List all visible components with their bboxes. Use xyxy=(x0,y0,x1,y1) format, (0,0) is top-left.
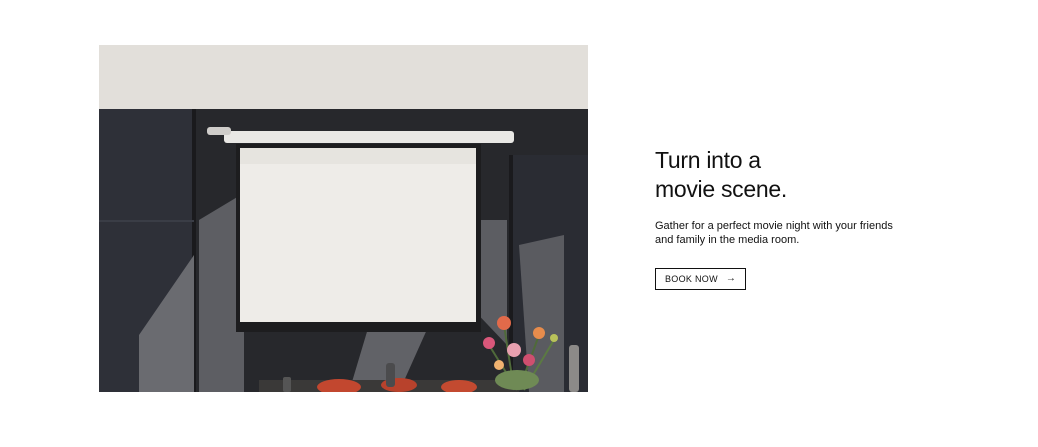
hero-heading-line1: Turn into a xyxy=(655,147,761,173)
arrow-right-icon: → xyxy=(725,273,737,284)
hero-description: Gather for a perfect movie night with yo… xyxy=(655,219,945,247)
hero-text: Turn into a movie scene. Gather for a pe… xyxy=(655,146,945,290)
hero-description-line2: and family in the media room. xyxy=(655,234,800,246)
hero-photo xyxy=(99,45,588,392)
hero-heading: Turn into a movie scene. xyxy=(655,146,945,204)
book-now-button[interactable]: BOOK NOW → xyxy=(655,268,747,290)
hero-heading-line2: movie scene. xyxy=(655,176,787,202)
book-now-label: BOOK NOW xyxy=(665,274,718,284)
hero-description-line1: Gather for a perfect movie night with yo… xyxy=(655,220,893,232)
